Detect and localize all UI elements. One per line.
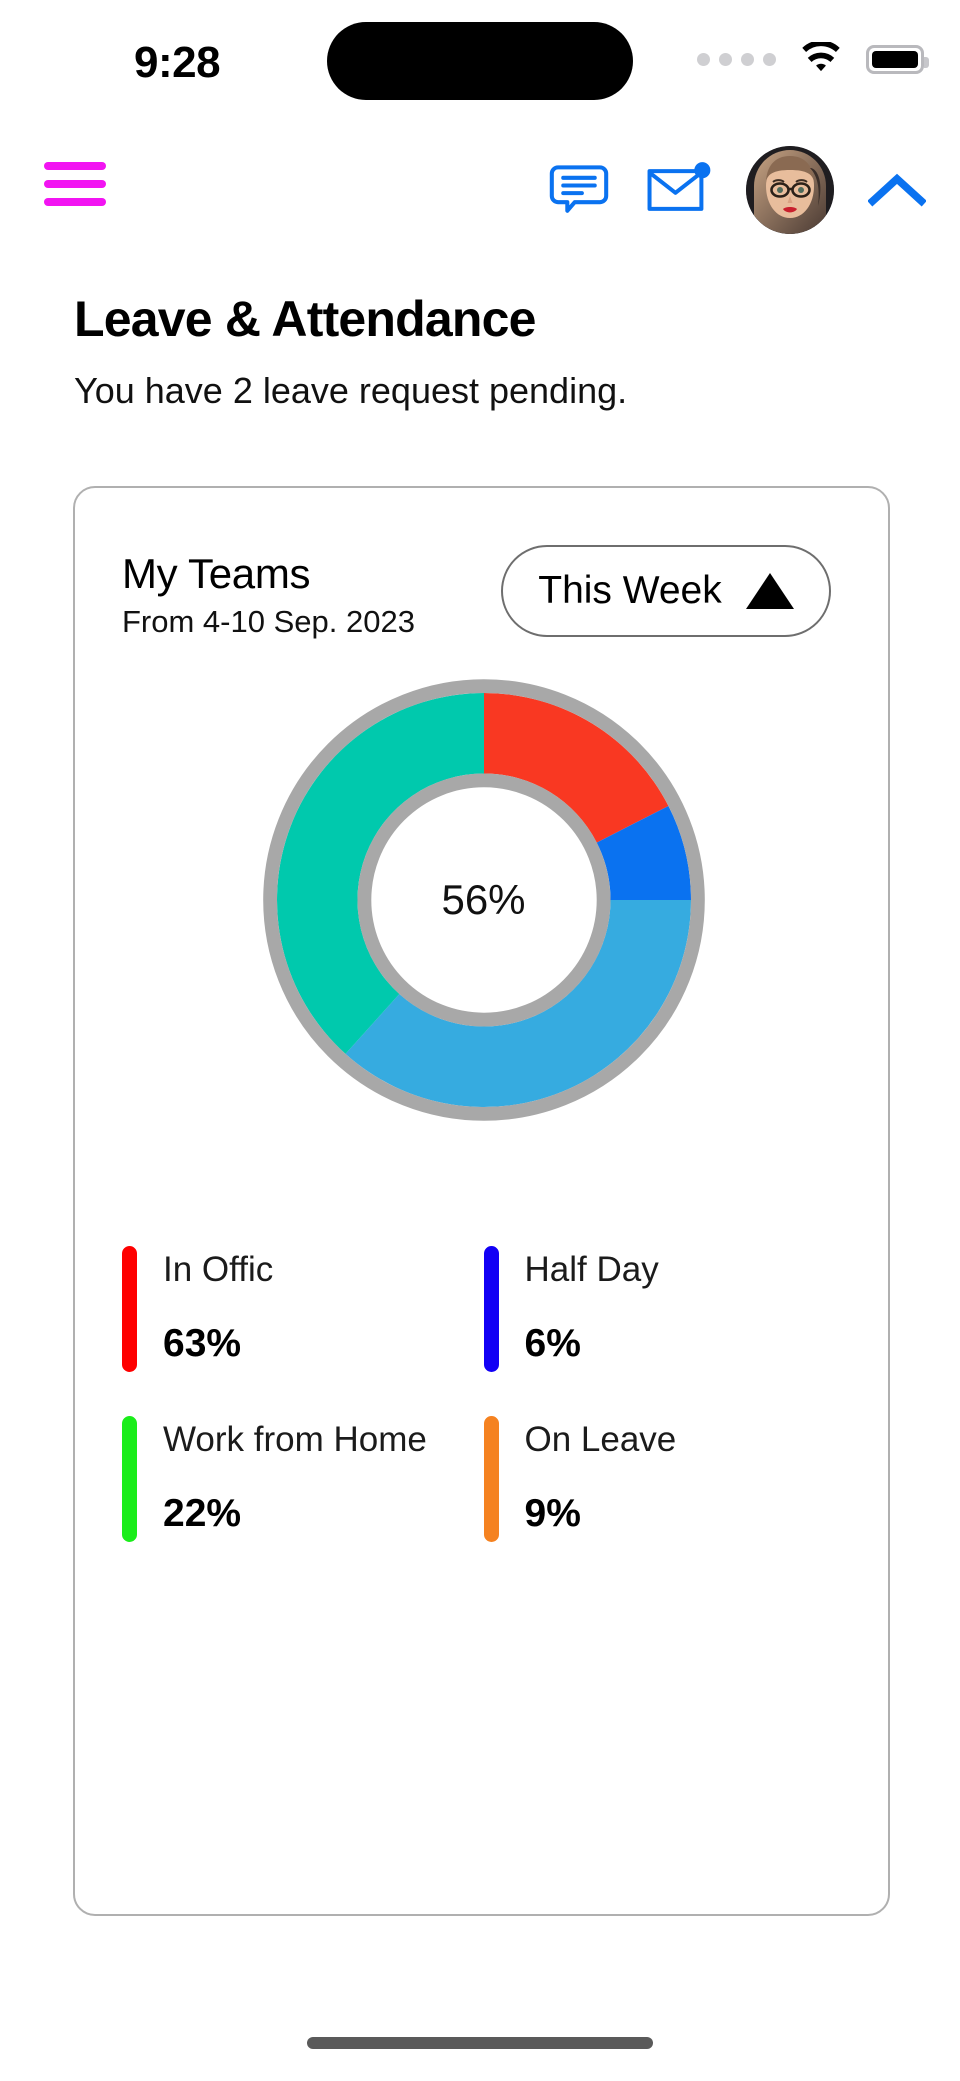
chevron-up-icon[interactable] [868,170,926,210]
chat-bubble-icon[interactable] [546,157,612,223]
home-indicator-bar [307,2037,653,2049]
page-subtitle: You have 2 leave request pending. [74,370,628,411]
nav-bar [0,140,960,240]
status-indicators [697,42,929,76]
legend-value: 63% [163,1322,242,1365]
donut-svg [262,679,705,1121]
my-teams-card: My Teams From 4-10 Sep. 2023 This Week 5… [73,486,890,1916]
status-bar: 9:28 [0,0,960,120]
legend-value: 9% [524,1492,581,1535]
legend-color-bar [122,1246,137,1372]
legend-value: 6% [524,1322,581,1365]
legend-item: Work from Home 22% [122,1416,484,1542]
legend-label: Work from Home [163,1420,427,1459]
nav-actions [546,146,926,234]
notification-dot [694,162,711,179]
legend-item: In Offic 63% [122,1246,484,1372]
legend-color-bar [483,1246,499,1372]
phone-screen: 9:28 Leave & Attendance You have 2 leave… [0,0,960,2081]
chart-legend: In Offic 63% Half Day 6% Work from Home 22% On… [122,1246,845,1542]
card-title: My Teams [122,550,311,597]
user-avatar[interactable] [746,146,834,234]
wifi-icon [802,42,840,72]
status-time: 9:28 [134,38,221,87]
page-title: Leave & Attendance [74,291,536,347]
mail-envelope-icon[interactable] [646,157,712,223]
legend-label: On Leave [524,1420,677,1459]
legend-label: In Offic [163,1250,274,1289]
legend-item: On Leave 9% [483,1416,846,1542]
legend-color-bar [122,1416,137,1542]
battery-full-icon [866,44,929,74]
signal-dots-icon [697,52,776,66]
dynamic-island [327,22,633,100]
legend-color-bar [483,1416,499,1542]
legend-value: 22% [163,1492,242,1535]
legend-item: Half Day 6% [483,1246,846,1372]
attendance-donut-chart: 56% [75,600,892,1200]
hamburger-menu-icon[interactable] [44,162,106,206]
legend-label: Half Day [524,1250,659,1289]
